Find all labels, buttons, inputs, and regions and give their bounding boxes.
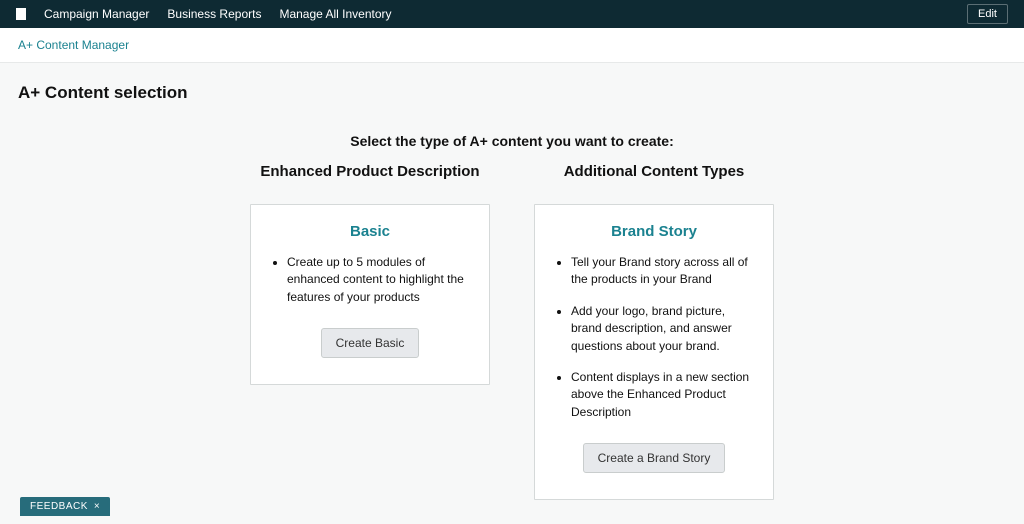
nav-item-manage-all-inventory[interactable]: Manage All Inventory — [279, 7, 391, 21]
column-additional-content-types: Additional Content Types Brand Story Tel… — [534, 163, 774, 500]
card-bullets-basic: Create up to 5 modules of enhanced conte… — [269, 254, 471, 306]
close-icon[interactable]: × — [94, 501, 100, 512]
page-title: A+ Content selection — [18, 83, 1006, 103]
breadcrumb: A+ Content Manager — [0, 28, 1024, 63]
card-basic: Basic Create up to 5 modules of enhanced… — [250, 204, 490, 385]
content-type-columns: Enhanced Product Description Basic Creat… — [18, 163, 1006, 500]
feedback-tab[interactable]: FEEDBACK × — [20, 497, 110, 516]
card-title-basic: Basic — [269, 223, 471, 240]
card-brand-story: Brand Story Tell your Brand story across… — [534, 204, 774, 500]
edit-button[interactable]: Edit — [967, 4, 1008, 24]
column-heading-enhanced: Enhanced Product Description — [250, 163, 490, 180]
bookmark-icon — [16, 8, 26, 20]
nav-right: Edit — [967, 4, 1008, 24]
column-enhanced-product-description: Enhanced Product Description Basic Creat… — [250, 163, 490, 500]
list-item: Add your logo, brand picture, brand desc… — [571, 303, 755, 355]
page-body: A+ Content selection Select the type of … — [0, 63, 1024, 500]
breadcrumb-content-manager[interactable]: A+ Content Manager — [18, 38, 129, 52]
selection-prompt: Select the type of A+ content you want t… — [18, 133, 1006, 149]
column-heading-additional: Additional Content Types — [534, 163, 774, 180]
create-brand-story-button[interactable]: Create a Brand Story — [583, 443, 726, 473]
nav-item-campaign-manager[interactable]: Campaign Manager — [44, 7, 149, 21]
nav-left: Campaign Manager Business Reports Manage… — [16, 7, 392, 21]
create-basic-button[interactable]: Create Basic — [321, 328, 420, 358]
nav-item-business-reports[interactable]: Business Reports — [167, 7, 261, 21]
list-item: Tell your Brand story across all of the … — [571, 254, 755, 289]
feedback-label: FEEDBACK — [30, 501, 88, 512]
top-nav: Campaign Manager Business Reports Manage… — [0, 0, 1024, 28]
card-title-brand-story: Brand Story — [553, 223, 755, 240]
list-item: Content displays in a new section above … — [571, 369, 755, 421]
card-bullets-brand-story: Tell your Brand story across all of the … — [553, 254, 755, 421]
list-item: Create up to 5 modules of enhanced conte… — [287, 254, 471, 306]
